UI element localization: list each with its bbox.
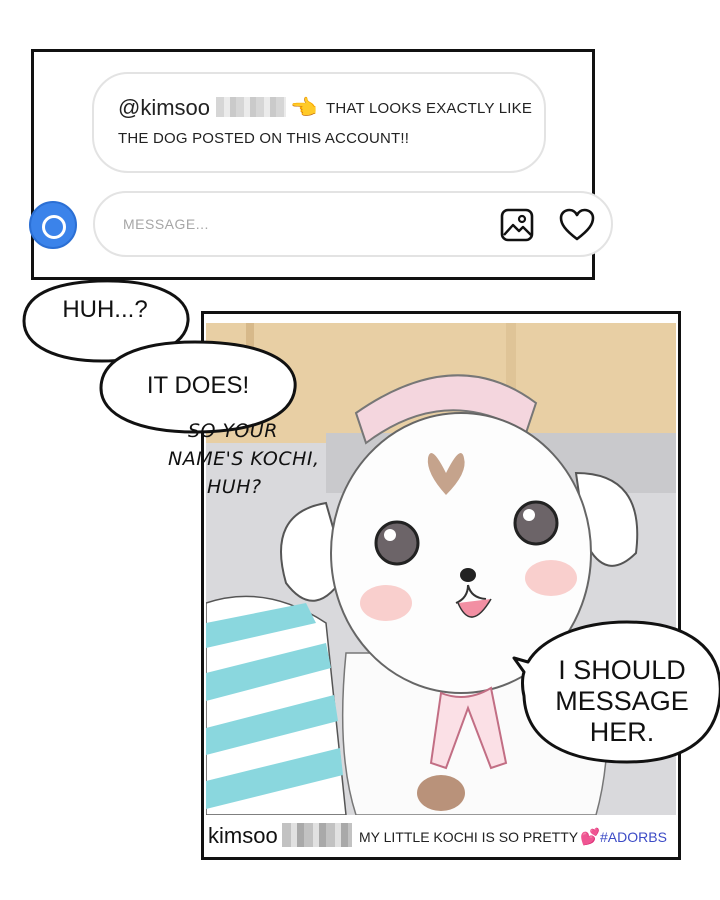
comment-text-line2: THE DOG POSTED ON THIS ACCOUNT!! <box>118 130 410 147</box>
speech-text-huh: HUH...? <box>62 296 148 323</box>
comment-text-line1: THAT LOOKS EXACTLY LIKE <box>326 100 533 117</box>
heart-icon[interactable] <box>559 208 595 242</box>
two-hearts-icon: 💕 <box>580 829 600 846</box>
camera-button[interactable] <box>29 201 77 249</box>
censored-username-blur <box>282 823 352 847</box>
speech-text-message-her: I SHOULD MESSAGE HER. <box>532 655 712 748</box>
handwritten-line1: SO YOUR <box>188 420 278 442</box>
handwritten-line2: NAME'S KOCHI, <box>168 448 320 470</box>
censored-username-blur <box>216 97 286 117</box>
speech-text-it-does: IT DOES! <box>146 372 250 399</box>
message-input[interactable] <box>93 191 613 257</box>
speech-line3: HER. <box>589 717 655 747</box>
comment-bubble <box>92 72 546 173</box>
image-icon[interactable] <box>500 208 534 242</box>
handwritten-line3: HUH? <box>207 476 262 498</box>
striped-pillow <box>206 595 347 815</box>
camera-icon <box>42 215 66 239</box>
post-caption: MY LITTLE KOCHI IS SO PRETTY <box>359 829 579 845</box>
speech-line2: MESSAGE <box>555 686 689 716</box>
post-username[interactable]: kimsoo <box>208 823 278 849</box>
speech-line1: I SHOULD <box>558 655 686 685</box>
post-hashtag[interactable]: #ADORBS <box>600 829 667 845</box>
pointing-hand-icon: 👈 <box>290 95 318 120</box>
comment-username[interactable]: @kimsoo <box>118 95 210 121</box>
